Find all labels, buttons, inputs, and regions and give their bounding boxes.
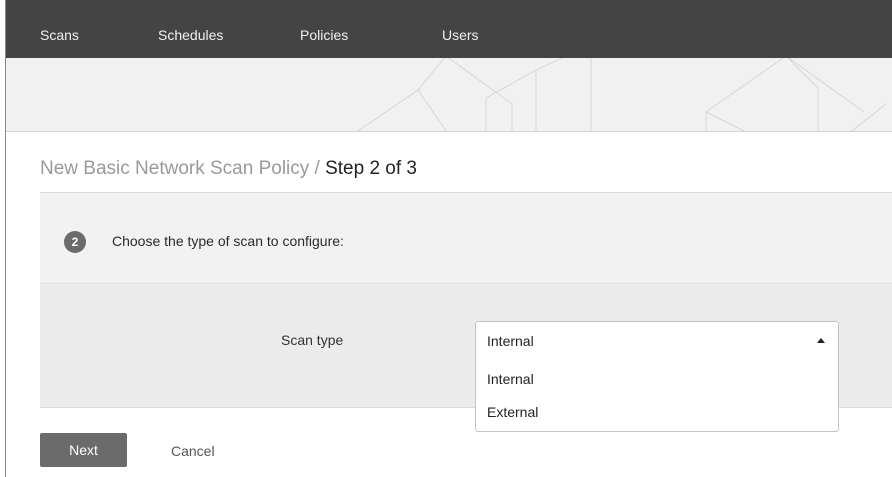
step-panel: 2 Choose the type of scan to configure: [40, 193, 892, 284]
page-title-step: Step 2 of 3 [325, 158, 417, 179]
scan-type-label: Scan type [281, 332, 344, 348]
header-banner [6, 58, 892, 132]
next-button[interactable]: Next [40, 433, 127, 467]
scan-type-select[interactable]: Internal Internal External [475, 321, 839, 432]
nav-item-schedules[interactable]: Schedules [158, 26, 223, 44]
nav-item-users[interactable]: Users [442, 26, 479, 44]
option-external[interactable]: External [487, 403, 538, 421]
page-title: New Basic Network Scan Policy / Step 2 o… [40, 158, 417, 180]
nav-item-scans[interactable]: Scans [40, 26, 79, 44]
step-instruction: Choose the type of scan to configure: [112, 233, 344, 249]
nav-item-policies[interactable]: Policies [300, 26, 348, 44]
cancel-button[interactable]: Cancel [171, 442, 215, 460]
page-title-prefix: New Basic Network Scan Policy / [40, 158, 326, 179]
step-number-badge: 2 [64, 231, 86, 253]
top-navigation: Scans Schedules Policies Users [6, 0, 892, 58]
caret-up-icon[interactable] [817, 338, 825, 343]
banner-pattern [357, 58, 887, 131]
left-border [5, 0, 6, 477]
scan-type-selected-value[interactable]: Internal [487, 332, 534, 350]
option-internal[interactable]: Internal [487, 370, 534, 388]
